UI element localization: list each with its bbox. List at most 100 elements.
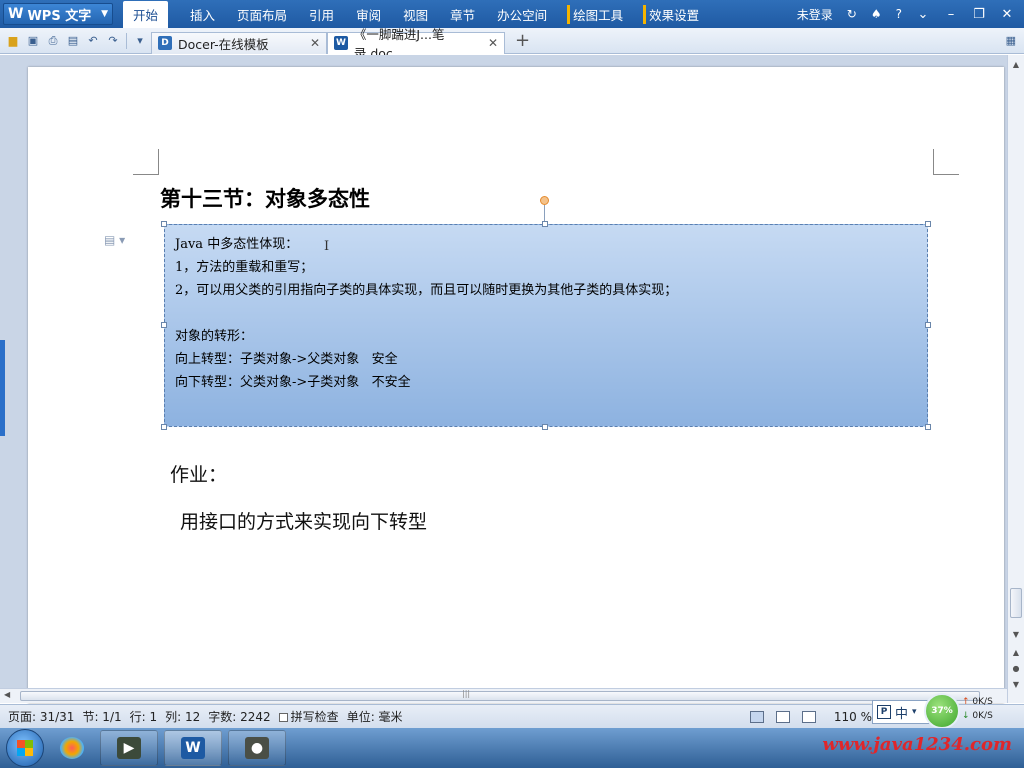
spell-check-toggle[interactable]: 拼写检查 [278, 708, 339, 725]
next-page-icon[interactable]: ▼ [1010, 679, 1022, 691]
paragraph-layout-icon[interactable]: ▤ ▾ [104, 233, 125, 247]
resize-handle-tl[interactable] [161, 221, 167, 227]
prev-page-icon[interactable]: ▲ [1010, 647, 1022, 659]
ime-toolbar[interactable]: P 中 ▾ [872, 700, 930, 724]
resize-handle-br[interactable] [925, 424, 931, 430]
checkbox-icon [278, 713, 288, 722]
screen-recorder-icon: ● [245, 737, 269, 759]
minimize-icon[interactable]: – [944, 7, 958, 22]
textbox-line: 对象的转形： [175, 329, 254, 344]
resize-handle-tr[interactable] [925, 221, 931, 227]
vertical-scroll-thumb[interactable] [1010, 588, 1022, 618]
skin-icon[interactable]: ♠ [871, 7, 882, 21]
tab-close-icon[interactable]: ✕ [310, 36, 320, 50]
help-button[interactable]: ? [896, 7, 902, 21]
horizontal-scrollbar[interactable]: ◀ ||| [0, 688, 1007, 703]
docer-icon: D [158, 36, 172, 50]
scroll-left-icon[interactable]: ◀ [4, 690, 10, 699]
text-box[interactable]: Java 中多态性体现： 1，方法的重载和重写； 2，可以用父类的引用指向子类的… [164, 224, 928, 427]
colorful-app-icon [60, 737, 84, 759]
document-page[interactable]: 第十三节：对象多态性 ▤ ▾ Java 中多态性体现： 1，方法的重载和重写； … [28, 67, 1004, 703]
taskbar-app-colorful[interactable] [50, 730, 94, 766]
upload-speed: 0K/S [972, 697, 993, 707]
view-buttons [749, 710, 816, 723]
download-speed: 0K/S [972, 711, 993, 721]
status-word-count[interactable]: 字数: 2242 [208, 708, 270, 725]
start-button[interactable] [6, 729, 44, 767]
redo-icon[interactable]: ↷ [106, 34, 120, 48]
terminal-icon: ▶ [117, 737, 141, 759]
web-view-icon[interactable] [801, 710, 816, 723]
sync-icon[interactable]: ↻ [847, 7, 857, 21]
menu-drawing-tools[interactable]: 绘图工具 [567, 4, 623, 24]
new-tab-icon[interactable]: + [515, 30, 530, 51]
page-view-icon[interactable] [749, 710, 764, 723]
network-gauge[interactable]: 37% [924, 693, 960, 729]
menu-page-layout[interactable]: 页面布局 [237, 5, 287, 24]
textbox-line: 向上转型：子类对象->父类对象 安全 [175, 352, 398, 367]
word-doc-icon: W [334, 36, 348, 50]
taskbar-app-recorder[interactable]: ● [228, 730, 286, 766]
ime-mode-label[interactable]: 中 [895, 703, 908, 722]
download-arrow-icon: ↓ [962, 711, 970, 721]
section-heading[interactable]: 第十三节：对象多态性 [160, 183, 370, 213]
tab-label: Docer-在线模板 [178, 36, 269, 52]
menu-right-area: 未登录 ↻ ♠ ? ⌄ – ❐ ✕ [797, 6, 1024, 23]
menu-references[interactable]: 引用 [309, 5, 334, 24]
textbox-line: 1，方法的重载和重写； [175, 260, 314, 275]
scroll-down-icon[interactable]: ▼ [1010, 629, 1022, 641]
resize-handle-bc[interactable] [542, 424, 548, 430]
menu-bar: W WPS 文字 ▼ 开始 插入 页面布局 引用 审阅 视图 章节 办公空间 绘… [0, 0, 1024, 28]
login-link[interactable]: 未登录 [797, 6, 833, 23]
outline-view-icon[interactable] [775, 710, 790, 723]
site-watermark: www.java1234.com [822, 734, 1012, 755]
resize-handle-mr[interactable] [925, 322, 931, 328]
menu-review[interactable]: 审阅 [356, 5, 381, 24]
vertical-scrollbar[interactable]: ▲ ▼ ▲ ● ▼ [1007, 55, 1024, 703]
taskbar-app-terminal[interactable]: ▶ [100, 730, 158, 766]
menu-home[interactable]: 开始 [123, 0, 169, 28]
taskbar-app-wps[interactable]: W [164, 730, 222, 766]
document-workspace: 第十三节：对象多态性 ▤ ▾ Java 中多态性体现： 1，方法的重载和重写； … [0, 55, 1024, 703]
tab-docer[interactable]: D Docer-在线模板 ✕ [151, 31, 327, 54]
menu-view[interactable]: 视图 [403, 5, 428, 24]
print-icon[interactable]: ⎙ [46, 34, 60, 48]
menu-insert[interactable]: 插入 [190, 5, 215, 24]
tab-document[interactable]: W 《一脚踹进J...笔录.doc ✕ [327, 27, 505, 61]
restore-icon[interactable]: ❐ [972, 7, 986, 22]
menu-chapter[interactable]: 章节 [450, 5, 475, 24]
menu-office-space[interactable]: 办公空间 [497, 5, 547, 24]
wps-writer-icon: W [181, 737, 205, 759]
margin-corner-right [933, 149, 959, 175]
status-page[interactable]: 页面: 31/31 [8, 708, 74, 725]
ime-dropdown-icon[interactable]: ▾ [912, 707, 917, 717]
homework-task[interactable]: 用接口的方式来实现向下转型 [180, 507, 427, 534]
quick-access-dropdown-icon[interactable]: ▾ [133, 34, 147, 48]
app-menu-button[interactable]: W WPS 文字 ▼ [3, 3, 113, 25]
scroll-up-icon[interactable]: ▲ [1010, 59, 1022, 71]
rotation-handle[interactable] [540, 196, 549, 205]
text-cursor-icon: I [324, 239, 330, 254]
resize-handle-bl[interactable] [161, 424, 167, 430]
status-unit[interactable]: 单位: 毫米 [347, 708, 403, 725]
ribbon-collapse-icon[interactable]: ⌄ [916, 7, 930, 22]
zoom-level[interactable]: 110 % [834, 710, 872, 724]
select-browse-icon[interactable]: ● [1010, 663, 1022, 675]
textbox-line: 2，可以用父类的引用指向子类的具体实现，而且可以随时更换为其他子类的具体实现； [175, 283, 678, 298]
resize-handle-tc[interactable] [542, 221, 548, 227]
print-preview-icon[interactable]: ▤ [66, 34, 80, 48]
chevron-down-icon: ▼ [101, 9, 108, 19]
resize-handle-ml[interactable] [161, 322, 167, 328]
menu-effect-settings[interactable]: 效果设置 [643, 4, 699, 24]
spell-check-label: 拼写检查 [290, 710, 339, 724]
horizontal-scroll-thumb[interactable] [20, 691, 980, 701]
undo-icon[interactable]: ↶ [86, 34, 100, 48]
open-folder-icon[interactable]: ▆ [6, 34, 20, 48]
status-section: 节: 1/1 [82, 710, 122, 724]
tab-close-icon[interactable]: ✕ [488, 36, 498, 50]
close-icon[interactable]: ✕ [1000, 7, 1014, 22]
tab-list-icon[interactable]: ▦ [1006, 34, 1016, 47]
homework-label[interactable]: 作业： [170, 460, 227, 487]
save-icon[interactable]: ▣ [26, 34, 40, 48]
side-panel-tab[interactable] [0, 340, 5, 436]
